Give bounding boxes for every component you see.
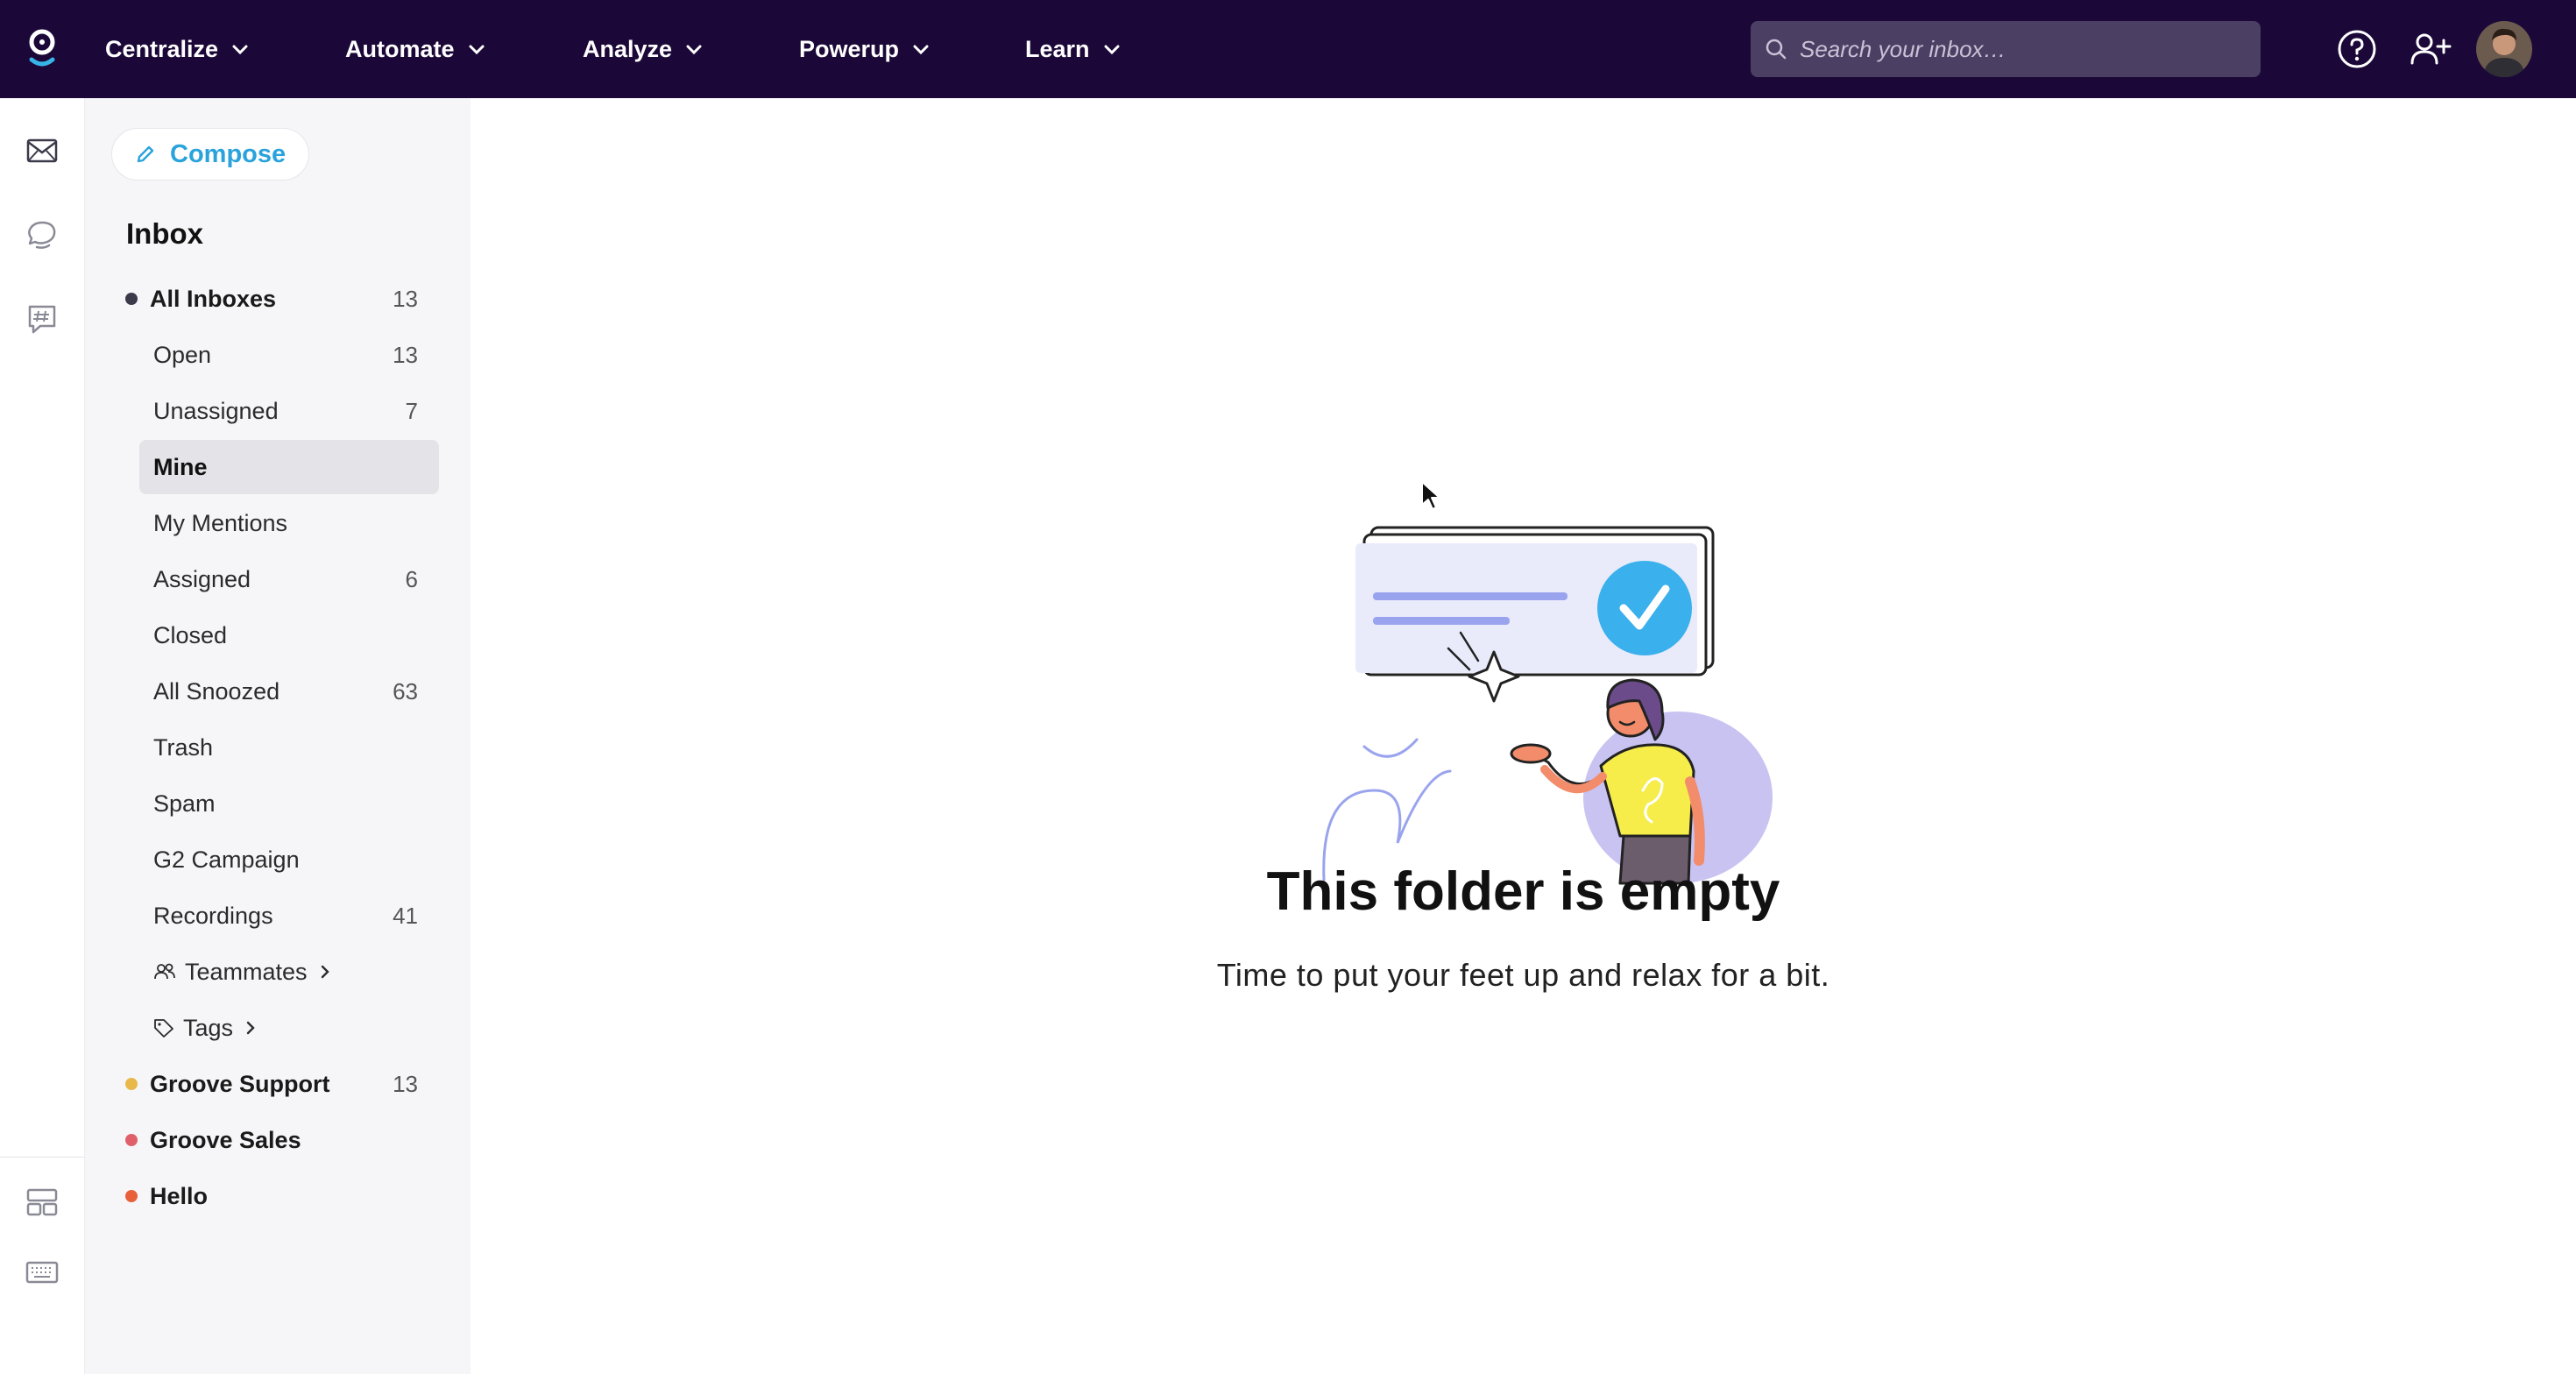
status-dot [125, 1190, 138, 1202]
sidebar-item-groove-support[interactable]: Groove Support 13 [125, 1057, 439, 1111]
search-input[interactable] [1798, 34, 2257, 64]
nav-centralize-label: Centralize [105, 35, 219, 62]
teammates-icon [154, 963, 175, 980]
sidebar-item-label: Groove Sales [150, 1126, 301, 1153]
sidebar-item-my-mentions[interactable]: My Mentions [139, 496, 439, 550]
sidebar-item-teammates-wrap: Teammates [153, 959, 418, 986]
help-icon[interactable] [2332, 25, 2381, 74]
sidebar-item-count: 7 [405, 397, 418, 424]
status-dot [125, 293, 138, 305]
nav-automate[interactable]: Automate [345, 0, 486, 98]
nav-powerup-label: Powerup [799, 35, 900, 62]
compose-label: Compose [170, 139, 287, 168]
chevron-down-icon [913, 45, 929, 55]
pencil-icon [137, 145, 154, 163]
nav-learn[interactable]: Learn [1025, 0, 1122, 98]
empty-state-subtitle: Time to put your feet up and relax for a… [1216, 957, 1830, 993]
sidebar-item-mine[interactable]: Mine [139, 440, 439, 494]
sidebar-heading: Inbox [126, 217, 203, 250]
layout-icon[interactable] [25, 1185, 60, 1220]
sidebar-item-label: Groove Support [150, 1070, 330, 1097]
sidebar-item-label: Tags [183, 1014, 234, 1041]
sidebar-item-count: 63 [393, 677, 418, 705]
status-dot [125, 1078, 138, 1090]
sidebar-item-label: All Snoozed [153, 677, 280, 705]
sidebar-item-open[interactable]: Open 13 [139, 328, 439, 382]
sidebar-item-label: Open [153, 341, 212, 368]
chat-icon[interactable] [25, 217, 60, 252]
nav-learn-label: Learn [1025, 35, 1090, 62]
mouse-pointer-icon [1421, 481, 1440, 510]
avatar[interactable] [2476, 21, 2532, 77]
sidebar-item-recordings[interactable]: Recordings 41 [139, 889, 439, 943]
nav-powerup[interactable]: Powerup [799, 0, 931, 98]
sidebar-item-assigned[interactable]: Assigned 6 [139, 552, 439, 606]
sidebar-item-label: Mine [153, 453, 208, 480]
app-rail [0, 98, 85, 1374]
sidebar-item-label: My Mentions [153, 509, 288, 536]
chevron-right-icon [246, 1021, 255, 1035]
sidebar-item-groove-sales[interactable]: Groove Sales [125, 1113, 439, 1167]
sidebar-item-count: 13 [393, 341, 418, 368]
chevron-down-icon [686, 45, 702, 55]
compose-button[interactable]: Compose [111, 128, 309, 181]
sidebar-item-label: Trash [153, 733, 214, 761]
hashtag-chat-icon[interactable] [25, 301, 60, 336]
sidebar-item-label: Closed [153, 621, 228, 648]
sidebar-item-teammates[interactable]: Teammates [139, 945, 439, 999]
sidebar-item-label: Assigned [153, 565, 251, 592]
sidebar-item-g2-campaign[interactable]: G2 Campaign [139, 832, 439, 887]
chevron-down-icon [1104, 45, 1120, 55]
sidebar-item-label: Teammates [185, 958, 308, 985]
sidebar-item-unassigned[interactable]: Unassigned 7 [139, 384, 439, 438]
sidebar-item-count: 6 [405, 565, 418, 592]
groove-logo-icon[interactable] [25, 25, 60, 74]
keyboard-icon[interactable] [25, 1255, 60, 1290]
add-user-icon[interactable] [2406, 25, 2455, 74]
mail-icon[interactable] [25, 133, 60, 168]
sidebar-item-label: Hello [150, 1182, 209, 1209]
rail-divider [0, 1157, 84, 1158]
nav-analyze-label: Analyze [583, 35, 673, 62]
empty-folder-illustration [1322, 526, 1773, 885]
sidebar-item-tags[interactable]: Tags [139, 1001, 439, 1055]
top-navigation-bar: Centralize Automate Analyze Powerup Lear… [0, 0, 2576, 98]
sidebar-item-count: 13 [393, 1070, 418, 1097]
search-box[interactable] [1751, 21, 2261, 77]
sidebar-item-count: 41 [393, 902, 418, 929]
sidebar-item-spam[interactable]: Spam [139, 776, 439, 831]
nav-analyze[interactable]: Analyze [583, 0, 704, 98]
sidebar-item-closed[interactable]: Closed [139, 608, 439, 662]
main-content: This folder is empty Time to put your fe… [471, 98, 2576, 1374]
status-dot [125, 1134, 138, 1146]
nav-centralize[interactable]: Centralize [105, 0, 250, 98]
sidebar-item-trash[interactable]: Trash [139, 720, 439, 775]
sidebar-item-label: All Inboxes [150, 285, 277, 312]
tag-icon [154, 1019, 173, 1038]
sidebar-item-count: 13 [393, 285, 418, 312]
search-icon [1766, 39, 1787, 60]
sidebar-item-hello[interactable]: Hello [125, 1169, 439, 1223]
sidebar-item-tags-wrap: Tags [153, 1015, 418, 1042]
chevron-down-icon [232, 45, 248, 55]
sidebar-item-label: Spam [153, 790, 216, 817]
sidebar-item-label: Recordings [153, 902, 273, 929]
sidebar-item-label: Unassigned [153, 397, 279, 424]
chevron-down-icon [469, 45, 485, 55]
nav-automate-label: Automate [345, 35, 455, 62]
folder-sidebar: Compose Inbox All Inboxes 13 Open 13 Una… [85, 98, 471, 1374]
sidebar-item-all-inboxes[interactable]: All Inboxes 13 [125, 272, 439, 326]
chevron-right-icon [321, 965, 329, 979]
sidebar-item-label: G2 Campaign [153, 846, 300, 873]
empty-state-title: This folder is empty [1266, 861, 1780, 922]
sidebar-item-all-snoozed[interactable]: All Snoozed 63 [139, 664, 439, 719]
